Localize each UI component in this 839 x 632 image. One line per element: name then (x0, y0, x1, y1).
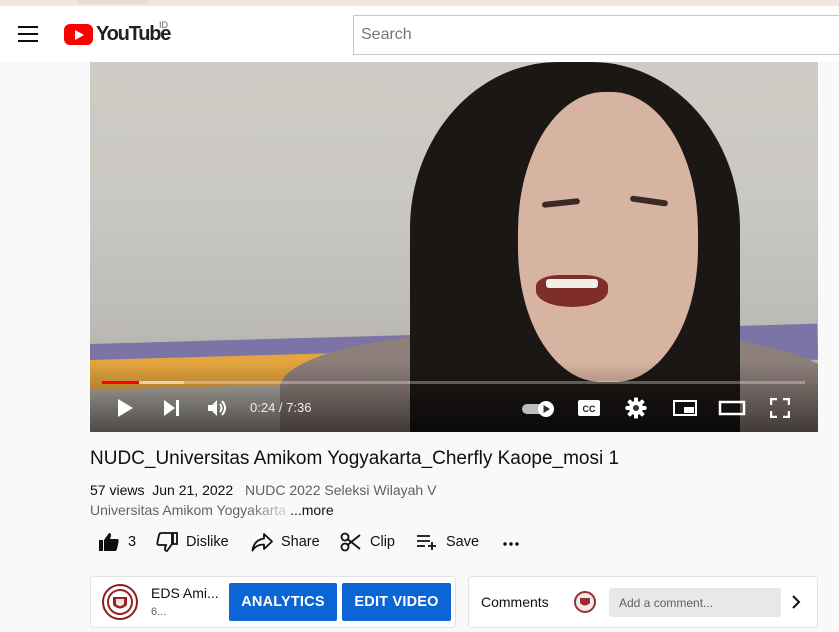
masthead: YouTube ID (0, 6, 839, 62)
miniplayer-icon[interactable] (672, 399, 698, 422)
subscriber-count: 6... (151, 606, 167, 618)
upload-date: Jun 21, 2022 (152, 482, 234, 498)
hamburger-menu-icon[interactable] (18, 26, 38, 42)
autoplay-toggle-icon[interactable] (521, 400, 557, 423)
dislike-label: Dislike (186, 534, 229, 550)
view-count: 57 views (90, 482, 145, 498)
save-playlist-add-icon (417, 535, 436, 550)
subtitles-cc-icon[interactable]: CC (577, 399, 601, 422)
clip-label: Clip (370, 534, 395, 550)
play-icon[interactable] (116, 398, 134, 423)
save-label: Save (446, 534, 480, 550)
save-button[interactable]: Save (416, 530, 479, 554)
settings-gear-icon[interactable] (625, 397, 647, 424)
video-frame-person-mouth (536, 275, 608, 307)
controls-gradient (90, 362, 818, 432)
description-preview[interactable]: Universitas Amikom Yogyakarta ...more (90, 502, 334, 518)
thumbs-down-icon (156, 532, 178, 552)
share-label: Share (281, 534, 320, 550)
scissors-icon (340, 532, 361, 552)
video-tag-link[interactable]: NUDC 2022 Seleksi Wilayah V (245, 482, 436, 498)
channel-name[interactable]: EDS Ami... (151, 585, 219, 601)
video-title: NUDC_Universitas Amikom Yogyakarta_Cherf… (90, 448, 620, 469)
more-dots-icon (503, 542, 519, 546)
description-text: Universitas Amikom Yogyakarta (90, 502, 287, 518)
progress-played (102, 381, 140, 384)
dislike-button[interactable]: Dislike (156, 530, 229, 554)
edit-video-button[interactable]: EDIT VIDEO (342, 583, 451, 621)
share-button[interactable]: Share (251, 530, 320, 554)
comments-panel[interactable]: Comments Add a comment... (468, 576, 818, 628)
progress-bar[interactable] (102, 381, 805, 384)
channel-logo-icon (105, 587, 135, 617)
video-frame-person-face (518, 92, 698, 382)
show-more-link[interactable]: ...more (290, 502, 334, 518)
video-player[interactable]: 0:24 / 7:36 CC (90, 62, 818, 432)
country-code: ID (159, 20, 168, 30)
share-arrow-icon (251, 533, 273, 552)
analytics-button[interactable]: ANALYTICS (229, 583, 337, 621)
youtube-logo[interactable]: YouTube (64, 22, 171, 46)
chevron-right-icon[interactable] (791, 594, 801, 615)
search-input[interactable] (353, 15, 839, 55)
next-icon[interactable] (163, 399, 181, 422)
time-display: 0:24 / 7:36 (250, 400, 312, 415)
fullscreen-icon[interactable] (769, 397, 791, 423)
comment-user-avatar (574, 591, 596, 613)
clip-button[interactable]: Clip (340, 530, 395, 554)
channel-card: EDS Ami... 6... ANALYTICS EDIT VIDEO (90, 576, 456, 628)
channel-avatar[interactable] (102, 584, 138, 620)
youtube-play-icon (64, 23, 93, 45)
browser-tab-stub[interactable] (77, 0, 149, 4)
thumbs-up-icon (99, 533, 119, 551)
like-button[interactable]: 3 (98, 530, 136, 554)
video-meta: 57 views Jun 21, 2022 NUDC 2022 Seleksi … (90, 482, 436, 498)
volume-icon[interactable] (207, 398, 229, 423)
comments-label: Comments (481, 594, 549, 610)
theater-mode-icon[interactable] (718, 399, 746, 422)
svg-text:CC: CC (583, 404, 596, 414)
more-actions-button[interactable] (501, 530, 529, 554)
like-count: 3 (128, 534, 137, 550)
add-comment-input[interactable]: Add a comment... (609, 588, 781, 617)
